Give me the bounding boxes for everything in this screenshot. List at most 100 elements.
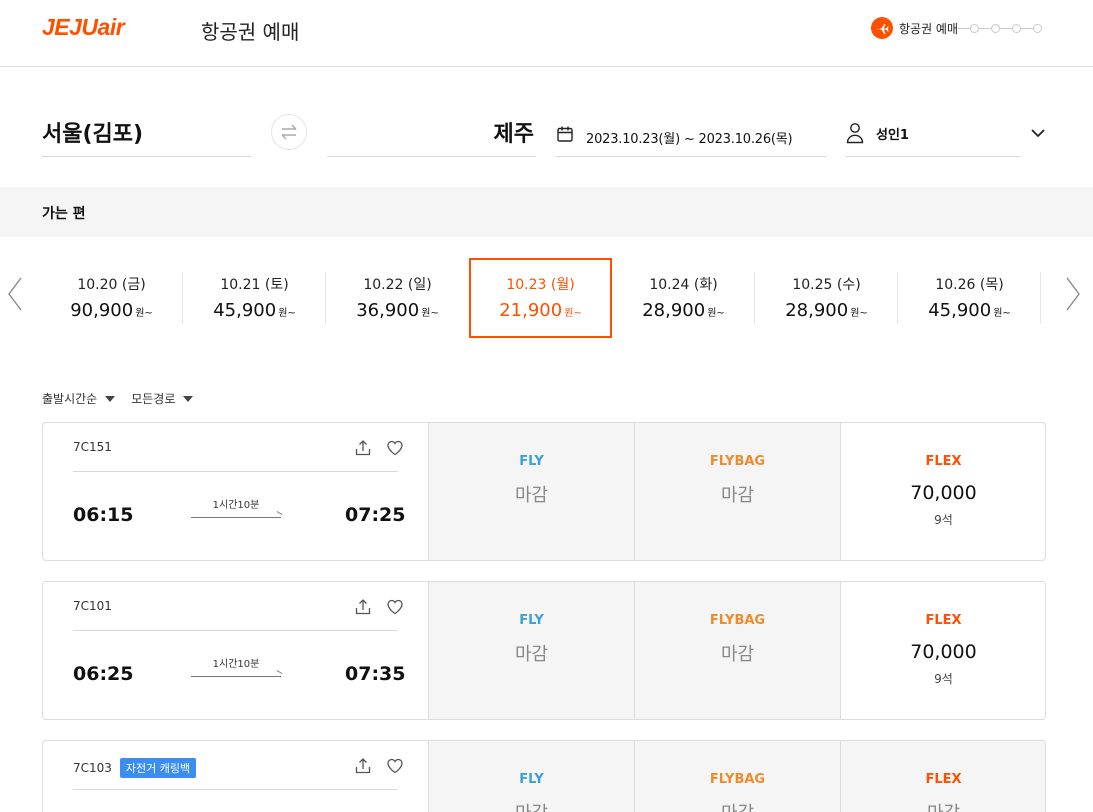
step-dot xyxy=(1012,23,1022,33)
date-price: 90,900 원~ xyxy=(70,300,153,321)
origin-field[interactable]: 서울(김포) xyxy=(42,110,251,157)
heart-icon[interactable] xyxy=(386,439,404,457)
fare-seats: 9석 xyxy=(934,513,953,527)
sort-time-label: 출발시간순 xyxy=(42,392,98,406)
step-dot xyxy=(970,23,980,33)
destination-field[interactable]: 제주 xyxy=(327,110,536,157)
fare-status: 마감 xyxy=(841,799,1045,812)
date-label: 10.25 (수) xyxy=(792,277,861,293)
flight-number: 7C101 xyxy=(73,599,112,613)
date-option[interactable]: 10.21 (토) 45,900 원~ xyxy=(183,258,326,338)
flight-duration: 1시간10분 xyxy=(212,500,260,511)
fare-seats: 9석 xyxy=(934,672,953,686)
date-option[interactable]: 10.20 (금) 90,900 원~ xyxy=(40,258,183,338)
step-connector xyxy=(1000,27,1013,29)
fare-name: FLEX xyxy=(925,454,962,469)
fare-status: 마감 xyxy=(720,485,755,506)
date-list: 10.20 (금) 90,900 원~ 10.21 (토) 45,900 원~ 10… xyxy=(40,258,1042,338)
fare-price: 70,000 xyxy=(910,641,977,663)
date-price: 21,900 원~ xyxy=(499,300,582,321)
jejuair-logo[interactable]: JEJUair xyxy=(42,14,125,41)
flight-duration: 1시간10분 xyxy=(212,659,260,670)
divider xyxy=(73,471,398,472)
date-option[interactable]: 10.24 (화) 28,900 원~ xyxy=(612,258,755,338)
fare-name: FLYBAG xyxy=(709,772,766,787)
booking-progress: 항공권 예매 xyxy=(871,17,1043,39)
heart-icon[interactable] xyxy=(386,757,404,775)
fare-flex[interactable]: FLEX 70,000 9석 xyxy=(840,423,1045,560)
heart-icon[interactable] xyxy=(386,598,404,616)
passenger-field[interactable]: 성인1 xyxy=(846,110,1020,157)
chevron-down-icon[interactable] xyxy=(1029,124,1047,142)
destination-value: 제주 xyxy=(493,122,534,147)
flight-card: 7C101 06:25 1시간10분 07:35 FLY 마감 FLYBAG 마… xyxy=(42,581,1046,720)
arrival-time: 07:35 xyxy=(345,663,406,685)
date-label: 10.24 (화) xyxy=(649,277,718,293)
date-strip: 10.20 (금) 90,900 원~ 10.21 (토) 45,900 원~ 10… xyxy=(0,258,1093,338)
origin-value: 서울(김포) xyxy=(42,122,144,147)
share-icon[interactable] xyxy=(354,757,372,775)
fare-price: 70,000 xyxy=(910,482,977,504)
date-option[interactable]: 10.25 (수) 28,900 원~ xyxy=(755,258,898,338)
fare-status: 마감 xyxy=(429,799,634,812)
fare-status: 마감 xyxy=(635,799,840,812)
calendar-icon xyxy=(557,126,573,142)
flight-info: 7C151 06:15 1시간10분 07:25 xyxy=(43,423,428,560)
flight-info: 7C101 06:25 1시간10분 07:35 xyxy=(43,582,428,719)
date-option-selected[interactable]: 10.23 (월) 21,900 원~ xyxy=(469,258,612,338)
date-label: 10.23 (월) xyxy=(506,277,575,293)
fare-name: FLY xyxy=(519,772,544,787)
fare-fly: FLY 마감 xyxy=(428,423,634,560)
swap-route-button[interactable] xyxy=(271,114,307,150)
fare-name: FLEX xyxy=(925,613,962,628)
fare-flex: FLEX 마감 xyxy=(840,741,1045,812)
date-range-field[interactable]: 2023.10.23(월) ~ 2023.10.26(목) xyxy=(556,110,826,157)
bike-carrier-badge: 자전거 캐링백 xyxy=(119,758,197,778)
fare-name: FLY xyxy=(519,454,544,469)
date-label: 10.21 (토) xyxy=(220,277,289,293)
date-label: 10.26 (목) xyxy=(935,277,1004,293)
flight-card: 7C151 06:15 1시간10분 07:25 FLY 마감 FLYBAG 마… xyxy=(42,422,1046,561)
date-price: 36,900 원~ xyxy=(356,300,439,321)
prev-dates-button[interactable] xyxy=(5,274,25,314)
date-option[interactable]: 10.26 (목) 45,900 원~ xyxy=(898,258,1041,338)
date-label: 10.22 (일) xyxy=(363,277,432,293)
flight-number: 7C151 xyxy=(73,440,112,454)
current-step-label: 항공권 예매 xyxy=(899,21,959,36)
date-range-value: 2023.10.23(월) ~ 2023.10.26(목) xyxy=(586,132,793,147)
duration-arrow xyxy=(191,676,281,677)
flight-number: 7C103 자전거 캐링백 xyxy=(73,758,197,778)
top-header: JEJUair 항공권 예매 항공권 예매 xyxy=(0,0,1093,67)
passenger-value: 성인1 xyxy=(876,128,909,143)
sort-time-dropdown[interactable]: 출발시간순 xyxy=(42,390,116,407)
fare-name: FLYBAG xyxy=(709,613,766,628)
fare-flex[interactable]: FLEX 70,000 9석 xyxy=(840,582,1045,719)
step-connector xyxy=(979,27,992,29)
fare-status: 마감 xyxy=(720,644,755,665)
date-label: 10.20 (금) xyxy=(77,277,146,293)
fare-name: FLEX xyxy=(925,772,962,787)
airplane-icon xyxy=(871,17,893,39)
step-dot xyxy=(1033,23,1043,33)
caret-down-icon xyxy=(183,395,194,402)
swap-icon xyxy=(281,124,297,140)
step-connector xyxy=(958,27,971,29)
step-connector xyxy=(1021,27,1034,29)
chevron-left-icon xyxy=(8,277,22,311)
fare-status: 마감 xyxy=(514,644,549,665)
next-dates-button[interactable] xyxy=(1063,274,1083,314)
step-dot xyxy=(991,23,1001,33)
fare-fly: FLY 마감 xyxy=(428,741,634,812)
date-option[interactable]: 10.22 (일) 36,900 원~ xyxy=(326,258,469,338)
share-icon[interactable] xyxy=(354,439,372,457)
page-title: 항공권 예매 xyxy=(201,20,300,44)
fare-flybag: FLYBAG 마감 xyxy=(634,741,840,812)
section-band: 가는 편 xyxy=(0,187,1093,237)
arrival-time: 07:25 xyxy=(345,504,406,526)
caret-down-icon xyxy=(105,395,116,402)
route-filter-dropdown[interactable]: 모든경로 xyxy=(131,390,194,407)
share-icon[interactable] xyxy=(354,598,372,616)
divider xyxy=(73,630,398,631)
person-icon xyxy=(846,123,864,144)
duration-arrow xyxy=(191,517,281,518)
